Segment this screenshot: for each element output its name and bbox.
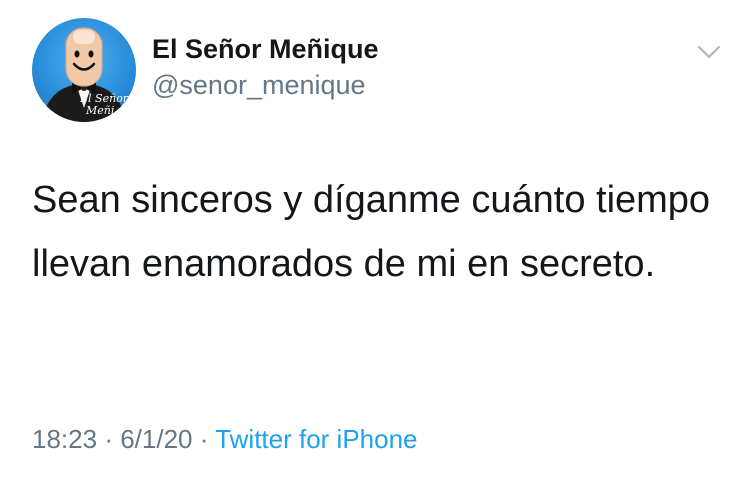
- separator: ·: [199, 424, 209, 454]
- tweet-date[interactable]: 6/1/20: [120, 424, 192, 454]
- tweet-text: Sean sinceros y díganme cuánto tiempo ll…: [32, 179, 711, 285]
- user-handle[interactable]: @senor_menique: [152, 70, 366, 101]
- avatar-icon: El Señor Meñi: [42, 27, 129, 122]
- tweet-card: El Señor Meñi El Señor Meñique @senor_me…: [0, 0, 750, 480]
- tweet-time[interactable]: 18:23: [32, 424, 97, 454]
- avatar-caption-line2: Meñi: [85, 104, 114, 117]
- chevron-down-icon[interactable]: [695, 38, 723, 66]
- avatar[interactable]: El Señor Meñi: [32, 18, 136, 122]
- tweet-source-link[interactable]: Twitter for iPhone: [215, 424, 417, 454]
- tweet-meta: 18:23 · 6/1/20 · Twitter for iPhone: [32, 424, 418, 455]
- separator: ·: [104, 424, 113, 454]
- display-name[interactable]: El Señor Meñique: [152, 34, 379, 65]
